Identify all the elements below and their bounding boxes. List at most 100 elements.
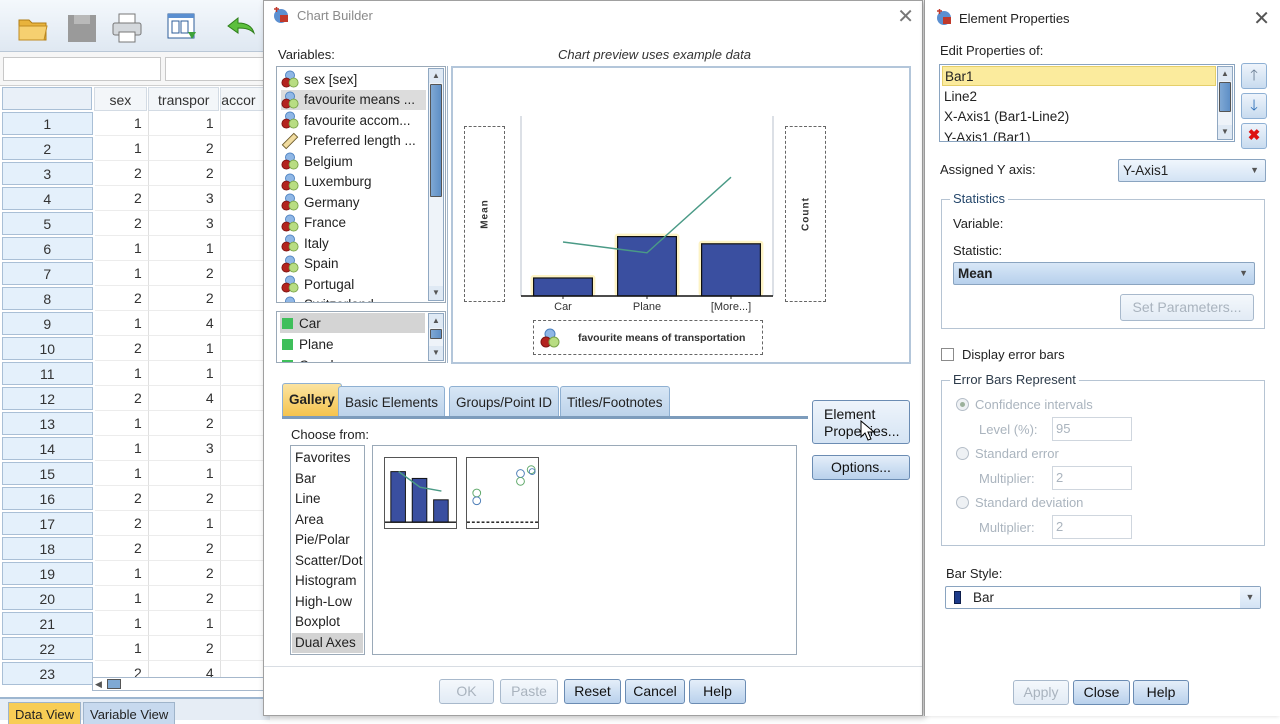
- cell-transpor[interactable]: 2: [148, 561, 221, 586]
- row-header[interactable]: 7: [2, 262, 93, 285]
- apply-button[interactable]: Apply: [1013, 680, 1069, 705]
- cancel-button[interactable]: Cancel: [625, 679, 685, 704]
- close-icon[interactable]: ✕: [897, 4, 914, 29]
- row-header[interactable]: 16: [2, 487, 93, 510]
- chart-type-item[interactable]: Area: [292, 510, 363, 530]
- row-header[interactable]: 21: [2, 612, 93, 635]
- cell-reference-field[interactable]: [3, 57, 161, 81]
- column-header-sex[interactable]: sex: [93, 87, 148, 111]
- scroll-down-icon[interactable]: ▼: [1218, 125, 1232, 139]
- row-header[interactable]: 13: [2, 412, 93, 435]
- variables-scrollbar[interactable]: ▲ ▼: [428, 68, 444, 301]
- row-header[interactable]: 17: [2, 512, 93, 535]
- move-up-button[interactable]: 🡑: [1241, 63, 1267, 89]
- cell-sex[interactable]: 2: [94, 386, 149, 411]
- close-button[interactable]: Close: [1073, 680, 1130, 705]
- variable-item[interactable]: Portugal: [281, 274, 426, 294]
- cell-transpor[interactable]: 2: [148, 586, 221, 611]
- row-header[interactable]: 19: [2, 562, 93, 585]
- row-header[interactable]: 3: [2, 162, 93, 185]
- cell-sex[interactable]: 1: [94, 561, 149, 586]
- cell-transpor[interactable]: 2: [148, 636, 221, 661]
- print-icon[interactable]: [110, 12, 144, 44]
- display-error-bars-checkbox[interactable]: [941, 348, 954, 361]
- scroll-up-icon[interactable]: ▲: [1218, 67, 1232, 81]
- row-header[interactable]: 1: [2, 112, 93, 135]
- category-item[interactable]: Coach: [280, 355, 425, 362]
- cell-value-field[interactable]: [165, 57, 275, 81]
- radio-button[interactable]: [956, 398, 969, 411]
- categories-scrollbar[interactable]: ▲ ▼: [428, 313, 444, 361]
- cell-transpor[interactable]: 2: [148, 411, 221, 436]
- column-header-transpor[interactable]: transpor: [148, 87, 220, 111]
- y-axis-dropzone-right[interactable]: Count: [785, 126, 826, 302]
- tab-basic-elements[interactable]: Basic Elements: [338, 386, 446, 416]
- dialog-recall-icon[interactable]: [166, 12, 200, 44]
- variable-item[interactable]: France: [281, 213, 426, 233]
- delete-element-button[interactable]: ✖: [1241, 123, 1267, 149]
- variable-item[interactable]: Spain: [281, 254, 426, 274]
- elements-list[interactable]: ▲ ▼ Bar1 Line2 X-Axis1 (Bar1-Line2) Y-Axis1…: [939, 64, 1235, 142]
- close-icon[interactable]: ✕: [1253, 6, 1270, 31]
- cell-transpor[interactable]: 2: [148, 486, 221, 511]
- cell-transpor[interactable]: 2: [148, 261, 221, 286]
- scroll-up-icon[interactable]: ▲: [429, 314, 443, 328]
- corner-cell[interactable]: [2, 87, 92, 110]
- cell-sex[interactable]: 2: [94, 186, 149, 211]
- move-down-button[interactable]: 🡓: [1241, 93, 1267, 119]
- elements-scrollbar[interactable]: ▲ ▼: [1217, 66, 1233, 140]
- cell-transpor[interactable]: 1: [148, 336, 221, 361]
- cell-sex[interactable]: 1: [94, 636, 149, 661]
- cell-transpor[interactable]: 4: [148, 386, 221, 411]
- error-option-radio-row[interactable]: Standard error: [956, 446, 1059, 461]
- cell-transpor[interactable]: 1: [148, 461, 221, 486]
- cell-transpor[interactable]: 2: [148, 136, 221, 161]
- x-axis-dropzone[interactable]: favourite means of transportation: [533, 320, 763, 355]
- row-header[interactable]: 4: [2, 187, 93, 210]
- cell-sex[interactable]: 1: [94, 136, 149, 161]
- cell-sex[interactable]: 2: [94, 511, 149, 536]
- cell-transpor[interactable]: 3: [148, 186, 221, 211]
- help-button[interactable]: Help: [1133, 680, 1189, 705]
- error-option-radio-row[interactable]: Standard deviation: [956, 495, 1083, 510]
- element-item[interactable]: Y-Axis1 (Bar1): [942, 128, 1216, 142]
- variable-item[interactable]: sex [sex]: [281, 69, 426, 89]
- dual-axes-bar-line-thumbnail[interactable]: [384, 457, 457, 529]
- parameter-input[interactable]: 2: [1052, 466, 1132, 490]
- variable-item[interactable]: Germany: [281, 192, 426, 212]
- row-header[interactable]: 2: [2, 137, 93, 160]
- row-header[interactable]: 12: [2, 387, 93, 410]
- cell-sex[interactable]: 2: [94, 211, 149, 236]
- row-header[interactable]: 15: [2, 462, 93, 485]
- chart-type-item[interactable]: Line: [292, 489, 363, 509]
- column-header-accor[interactable]: accor: [220, 87, 269, 111]
- scroll-down-icon[interactable]: ▼: [429, 346, 443, 360]
- cell-sex[interactable]: 1: [94, 411, 149, 436]
- scrollbar-thumb[interactable]: [107, 679, 121, 689]
- horizontal-scrollbar[interactable]: ◀: [92, 677, 270, 691]
- cell-sex[interactable]: 2: [94, 536, 149, 561]
- cell-sex[interactable]: 1: [94, 261, 149, 286]
- row-header[interactable]: 14: [2, 437, 93, 460]
- chart-type-item[interactable]: Histogram: [292, 571, 363, 591]
- cell-transpor[interactable]: 2: [148, 536, 221, 561]
- element-item[interactable]: X-Axis1 (Bar1-Line2): [942, 107, 1216, 127]
- scroll-down-icon[interactable]: ▼: [429, 286, 443, 300]
- cell-transpor[interactable]: 3: [148, 436, 221, 461]
- chart-type-item[interactable]: Bar: [292, 469, 363, 489]
- assigned-y-axis-select[interactable]: Y-Axis1 ▼: [1118, 159, 1266, 182]
- cell-sex[interactable]: 1: [94, 461, 149, 486]
- chart-type-item[interactable]: Pie/Polar: [292, 530, 363, 550]
- scroll-up-icon[interactable]: ▲: [429, 69, 443, 83]
- bar-style-select[interactable]: Bar ▼: [945, 586, 1261, 609]
- row-header[interactable]: 11: [2, 362, 93, 385]
- row-header[interactable]: 5: [2, 212, 93, 235]
- variable-item[interactable]: Belgium: [281, 151, 426, 171]
- row-header[interactable]: 9: [2, 312, 93, 335]
- cell-sex[interactable]: 1: [94, 311, 149, 336]
- paste-button[interactable]: Paste: [500, 679, 558, 704]
- row-header[interactable]: 8: [2, 287, 93, 310]
- cell-transpor[interactable]: 3: [148, 211, 221, 236]
- variables-list[interactable]: ▲ ▼ sex [sex] favourite means ... favourit…: [276, 66, 446, 303]
- cell-sex[interactable]: 2: [94, 286, 149, 311]
